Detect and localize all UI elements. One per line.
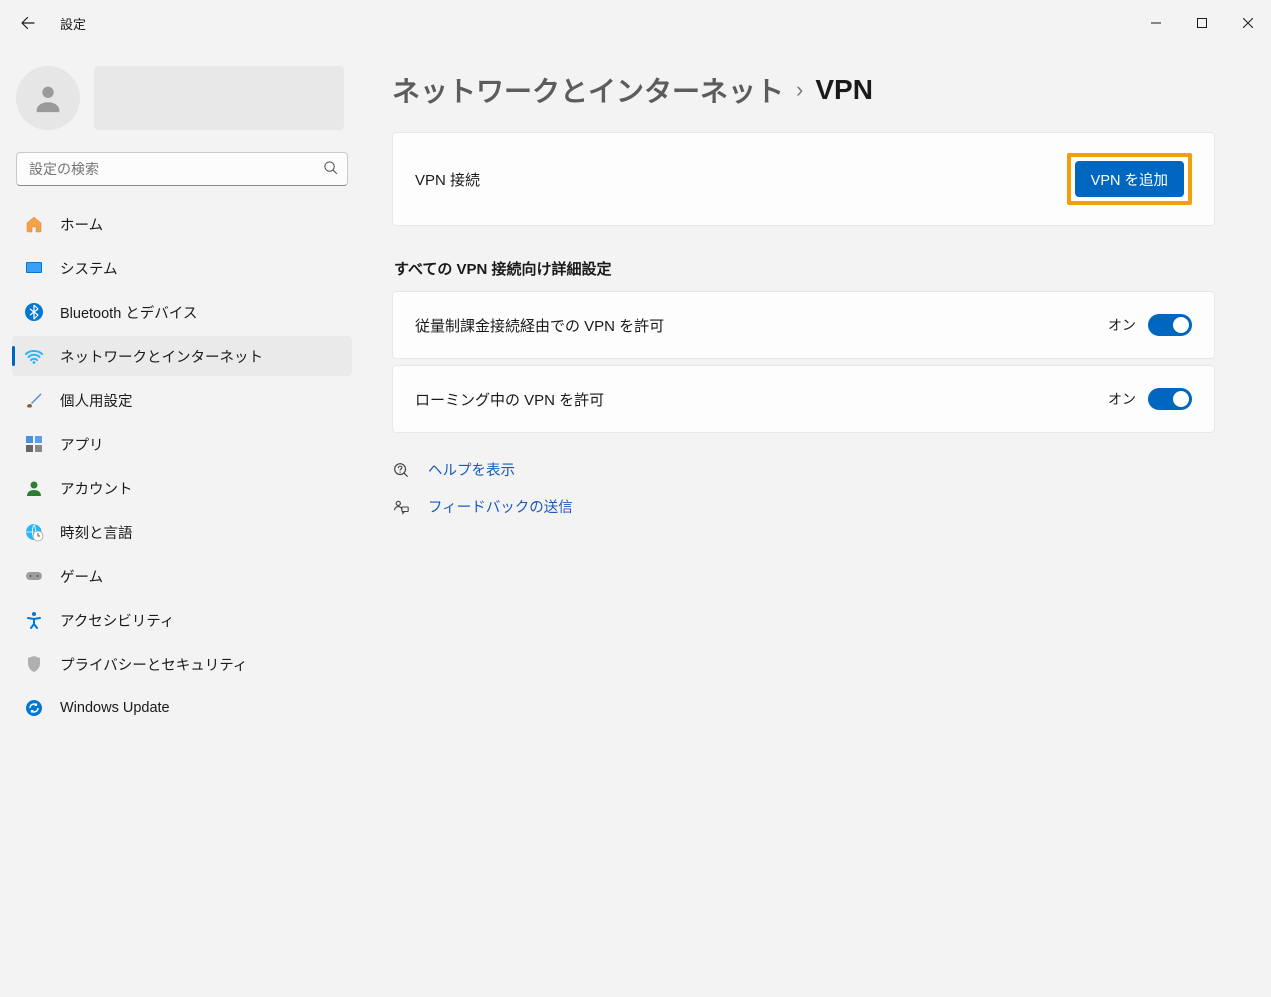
show-help-label: ヘルプを表示 xyxy=(428,459,515,480)
add-vpn-highlight: VPN を追加 xyxy=(1067,153,1192,205)
close-icon xyxy=(1243,18,1253,28)
sidebar-item-system[interactable]: システム xyxy=(12,248,352,288)
brush-icon xyxy=(24,390,44,410)
sidebar-item-accessibility[interactable]: アクセシビリティ xyxy=(12,600,352,640)
window-controls xyxy=(1133,7,1271,39)
metered-vpn-row: 従量制課金接続経由での VPN を許可 オン xyxy=(392,291,1215,359)
sidebar-item-gaming[interactable]: ゲーム xyxy=(12,556,352,596)
sidebar-item-label: 個人用設定 xyxy=(60,390,133,411)
roaming-vpn-row: ローミング中の VPN を許可 オン xyxy=(392,365,1215,433)
profile-block[interactable] xyxy=(12,58,352,146)
metered-vpn-label: 従量制課金接続経由での VPN を許可 xyxy=(415,315,664,336)
shield-icon xyxy=(24,654,44,674)
sidebar-item-label: アカウント xyxy=(60,478,133,499)
bluetooth-icon xyxy=(24,302,44,322)
avatar xyxy=(16,66,80,130)
sidebar-item-home[interactable]: ホーム xyxy=(12,204,352,244)
sidebar-item-label: アクセシビリティ xyxy=(60,610,174,631)
feedback-icon xyxy=(392,498,410,516)
home-icon xyxy=(24,214,44,234)
roaming-vpn-label: ローミング中の VPN を許可 xyxy=(415,389,604,410)
chevron-right-icon: › xyxy=(796,77,803,103)
sidebar-item-label: Windows Update xyxy=(60,700,170,716)
metered-vpn-state: オン xyxy=(1108,315,1136,335)
add-vpn-button[interactable]: VPN を追加 xyxy=(1075,161,1184,197)
sidebar-item-label: Bluetooth とデバイス xyxy=(60,302,197,323)
wifi-icon xyxy=(24,346,44,366)
help-icon xyxy=(392,461,410,479)
breadcrumb-parent[interactable]: ネットワークとインターネット xyxy=(392,70,784,110)
sidebar-item-accounts[interactable]: アカウント xyxy=(12,468,352,508)
sidebar-item-label: ネットワークとインターネット xyxy=(60,346,263,367)
sidebar-item-windows-update[interactable]: Windows Update xyxy=(12,688,352,728)
sidebar-item-bluetooth[interactable]: Bluetooth とデバイス xyxy=(12,292,352,332)
main-content: ネットワークとインターネット › VPN VPN 接続 VPN を追加 すべての… xyxy=(360,46,1271,997)
title-bar: 設定 xyxy=(0,0,1271,46)
close-button[interactable] xyxy=(1225,7,1271,39)
gamepad-icon xyxy=(24,566,44,586)
apps-icon xyxy=(24,434,44,454)
sidebar: ホーム システム Bluetooth とデバイス ネットワークとインターネット xyxy=(0,46,360,997)
account-icon xyxy=(24,478,44,498)
minimize-button[interactable] xyxy=(1133,7,1179,39)
person-icon xyxy=(31,81,65,115)
roaming-vpn-state: オン xyxy=(1108,389,1136,409)
vpn-connections-card: VPN 接続 VPN を追加 xyxy=(392,132,1215,226)
help-links: ヘルプを表示 フィードバックの送信 xyxy=(392,459,1215,517)
vpn-connections-label: VPN 接続 xyxy=(415,169,480,190)
sidebar-item-personalization[interactable]: 個人用設定 xyxy=(12,380,352,420)
sidebar-item-label: システム xyxy=(60,258,118,279)
sidebar-item-label: ホーム xyxy=(60,214,103,235)
sidebar-item-network[interactable]: ネットワークとインターネット xyxy=(12,336,352,376)
sidebar-item-time-language[interactable]: 時刻と言語 xyxy=(12,512,352,552)
send-feedback-link[interactable]: フィードバックの送信 xyxy=(392,496,1215,517)
maximize-button[interactable] xyxy=(1179,7,1225,39)
search-box[interactable] xyxy=(16,152,348,186)
sidebar-item-label: アプリ xyxy=(60,434,104,455)
nav-list: ホーム システム Bluetooth とデバイス ネットワークとインターネット xyxy=(12,204,352,728)
minimize-icon xyxy=(1151,18,1161,28)
metered-vpn-toggle[interactable] xyxy=(1148,314,1192,336)
search-icon xyxy=(323,160,338,178)
sidebar-item-label: プライバシーとセキュリティ xyxy=(60,654,247,675)
sidebar-item-apps[interactable]: アプリ xyxy=(12,424,352,464)
sidebar-item-privacy[interactable]: プライバシーとセキュリティ xyxy=(12,644,352,684)
profile-name-placeholder xyxy=(94,66,344,130)
search-input[interactable] xyxy=(16,152,348,186)
system-icon xyxy=(24,258,44,278)
advanced-settings-heading: すべての VPN 接続向け詳細設定 xyxy=(394,258,1215,279)
breadcrumb: ネットワークとインターネット › VPN xyxy=(392,70,1215,110)
app-title: 設定 xyxy=(52,14,86,33)
back-button[interactable] xyxy=(8,3,48,43)
sidebar-item-label: ゲーム xyxy=(60,566,103,587)
accessibility-icon xyxy=(24,610,44,630)
clock-globe-icon xyxy=(24,522,44,542)
sidebar-item-label: 時刻と言語 xyxy=(60,522,133,543)
arrow-left-icon xyxy=(20,15,36,31)
show-help-link[interactable]: ヘルプを表示 xyxy=(392,459,1215,480)
send-feedback-label: フィードバックの送信 xyxy=(428,496,573,517)
maximize-icon xyxy=(1197,18,1207,28)
update-icon xyxy=(24,698,44,718)
roaming-vpn-toggle[interactable] xyxy=(1148,388,1192,410)
breadcrumb-current: VPN xyxy=(815,74,873,106)
